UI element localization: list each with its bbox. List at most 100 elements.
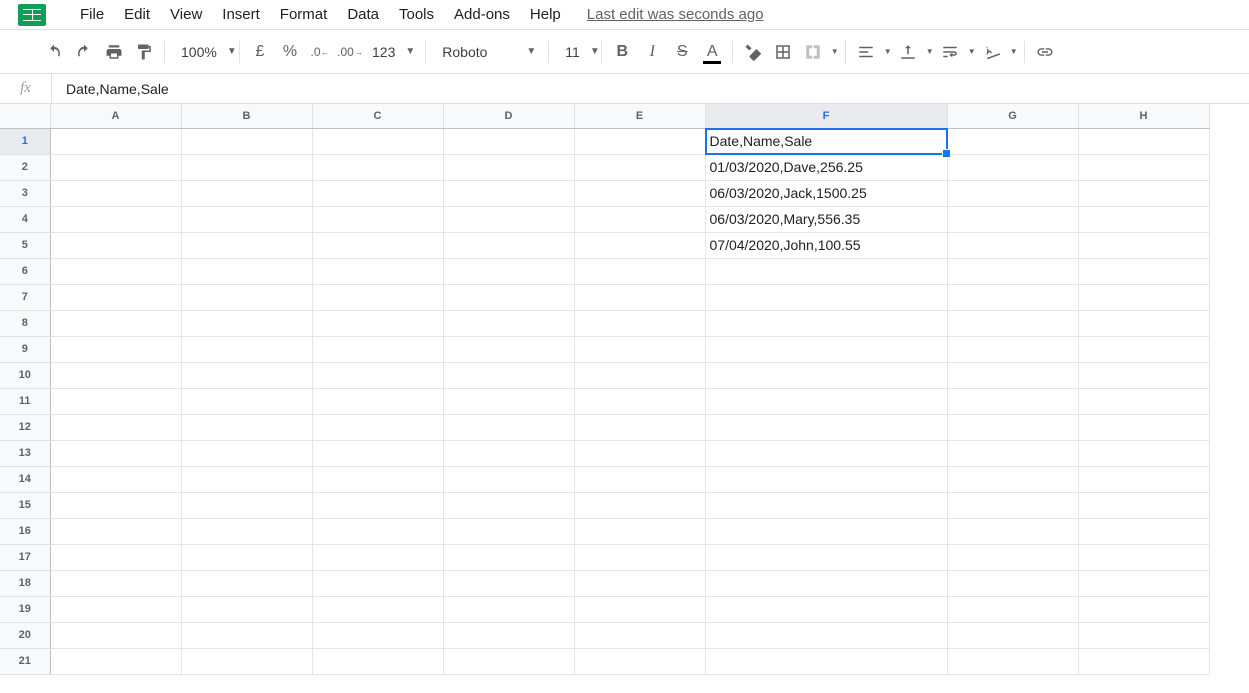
- cell-F17[interactable]: [705, 544, 947, 570]
- row-header-18[interactable]: 18: [0, 570, 50, 596]
- cell-F13[interactable]: [705, 440, 947, 466]
- cell-F6[interactable]: [705, 258, 947, 284]
- cell-E6[interactable]: [574, 258, 705, 284]
- row-header-14[interactable]: 14: [0, 466, 50, 492]
- cell-H7[interactable]: [1078, 284, 1209, 310]
- cell-B5[interactable]: [181, 232, 312, 258]
- cell-D21[interactable]: [443, 648, 574, 674]
- cell-G12[interactable]: [947, 414, 1078, 440]
- cell-A20[interactable]: [50, 622, 181, 648]
- cell-C12[interactable]: [312, 414, 443, 440]
- horizontal-align-button[interactable]: [852, 38, 880, 66]
- cell-E15[interactable]: [574, 492, 705, 518]
- cell-H18[interactable]: [1078, 570, 1209, 596]
- menu-data[interactable]: Data: [337, 2, 389, 27]
- cell-G18[interactable]: [947, 570, 1078, 596]
- cell-B10[interactable]: [181, 362, 312, 388]
- cell-H8[interactable]: [1078, 310, 1209, 336]
- column-header-A[interactable]: A: [50, 104, 181, 128]
- cell-G1[interactable]: [947, 128, 1078, 154]
- cell-B12[interactable]: [181, 414, 312, 440]
- cell-C4[interactable]: [312, 206, 443, 232]
- cell-A6[interactable]: [50, 258, 181, 284]
- cell-G19[interactable]: [947, 596, 1078, 622]
- cell-H5[interactable]: [1078, 232, 1209, 258]
- cell-F9[interactable]: [705, 336, 947, 362]
- cell-C15[interactable]: [312, 492, 443, 518]
- cell-B15[interactable]: [181, 492, 312, 518]
- cell-A7[interactable]: [50, 284, 181, 310]
- undo-button[interactable]: [40, 38, 68, 66]
- cell-D12[interactable]: [443, 414, 574, 440]
- cell-G5[interactable]: [947, 232, 1078, 258]
- italic-button[interactable]: I: [638, 38, 666, 66]
- cell-B8[interactable]: [181, 310, 312, 336]
- cell-E2[interactable]: [574, 154, 705, 180]
- cell-D5[interactable]: [443, 232, 574, 258]
- cell-F4[interactable]: 06/03/2020,Mary,556.35: [705, 206, 947, 232]
- cell-B6[interactable]: [181, 258, 312, 284]
- cell-E11[interactable]: [574, 388, 705, 414]
- cell-B2[interactable]: [181, 154, 312, 180]
- cell-A2[interactable]: [50, 154, 181, 180]
- menu-tools[interactable]: Tools: [389, 2, 444, 27]
- cell-B20[interactable]: [181, 622, 312, 648]
- halign-dropdown-icon[interactable]: ▼: [882, 47, 892, 56]
- cell-D2[interactable]: [443, 154, 574, 180]
- bold-button[interactable]: B: [608, 38, 636, 66]
- cell-B4[interactable]: [181, 206, 312, 232]
- strikethrough-button[interactable]: S: [668, 38, 696, 66]
- cell-G16[interactable]: [947, 518, 1078, 544]
- cell-C5[interactable]: [312, 232, 443, 258]
- cell-D17[interactable]: [443, 544, 574, 570]
- column-header-E[interactable]: E: [574, 104, 705, 128]
- cell-A1[interactable]: [50, 128, 181, 154]
- cell-G20[interactable]: [947, 622, 1078, 648]
- spreadsheet-grid[interactable]: ABCDEFGH1Date,Name,Sale201/03/2020,Dave,…: [0, 104, 1249, 693]
- cell-D15[interactable]: [443, 492, 574, 518]
- cell-D4[interactable]: [443, 206, 574, 232]
- cell-H1[interactable]: [1078, 128, 1209, 154]
- cell-C18[interactable]: [312, 570, 443, 596]
- row-header-7[interactable]: 7: [0, 284, 50, 310]
- cell-B9[interactable]: [181, 336, 312, 362]
- cell-D1[interactable]: [443, 128, 574, 154]
- column-header-G[interactable]: G: [947, 104, 1078, 128]
- row-header-9[interactable]: 9: [0, 336, 50, 362]
- cell-G7[interactable]: [947, 284, 1078, 310]
- cell-B3[interactable]: [181, 180, 312, 206]
- row-header-16[interactable]: 16: [0, 518, 50, 544]
- menu-format[interactable]: Format: [270, 2, 338, 27]
- rotation-dropdown-icon[interactable]: ▼: [1008, 47, 1018, 56]
- cell-G14[interactable]: [947, 466, 1078, 492]
- cell-E8[interactable]: [574, 310, 705, 336]
- cell-G4[interactable]: [947, 206, 1078, 232]
- cell-C9[interactable]: [312, 336, 443, 362]
- cell-A12[interactable]: [50, 414, 181, 440]
- cell-H14[interactable]: [1078, 466, 1209, 492]
- cell-G11[interactable]: [947, 388, 1078, 414]
- font-size-select[interactable]: 11▼: [555, 38, 595, 66]
- cell-E12[interactable]: [574, 414, 705, 440]
- row-header-5[interactable]: 5: [0, 232, 50, 258]
- cell-D14[interactable]: [443, 466, 574, 492]
- cell-F3[interactable]: 06/03/2020,Jack,1500.25: [705, 180, 947, 206]
- cell-E9[interactable]: [574, 336, 705, 362]
- cell-A4[interactable]: [50, 206, 181, 232]
- cell-C2[interactable]: [312, 154, 443, 180]
- row-header-13[interactable]: 13: [0, 440, 50, 466]
- cell-F7[interactable]: [705, 284, 947, 310]
- cell-F18[interactable]: [705, 570, 947, 596]
- cell-B17[interactable]: [181, 544, 312, 570]
- text-rotation-button[interactable]: [978, 38, 1006, 66]
- row-header-19[interactable]: 19: [0, 596, 50, 622]
- menu-file[interactable]: File: [70, 2, 114, 27]
- cell-H6[interactable]: [1078, 258, 1209, 284]
- cell-F20[interactable]: [705, 622, 947, 648]
- last-edit-link[interactable]: Last edit was seconds ago: [587, 6, 764, 23]
- row-header-15[interactable]: 15: [0, 492, 50, 518]
- cell-E3[interactable]: [574, 180, 705, 206]
- print-button[interactable]: [100, 38, 128, 66]
- text-color-button[interactable]: A: [698, 38, 726, 66]
- cell-B14[interactable]: [181, 466, 312, 492]
